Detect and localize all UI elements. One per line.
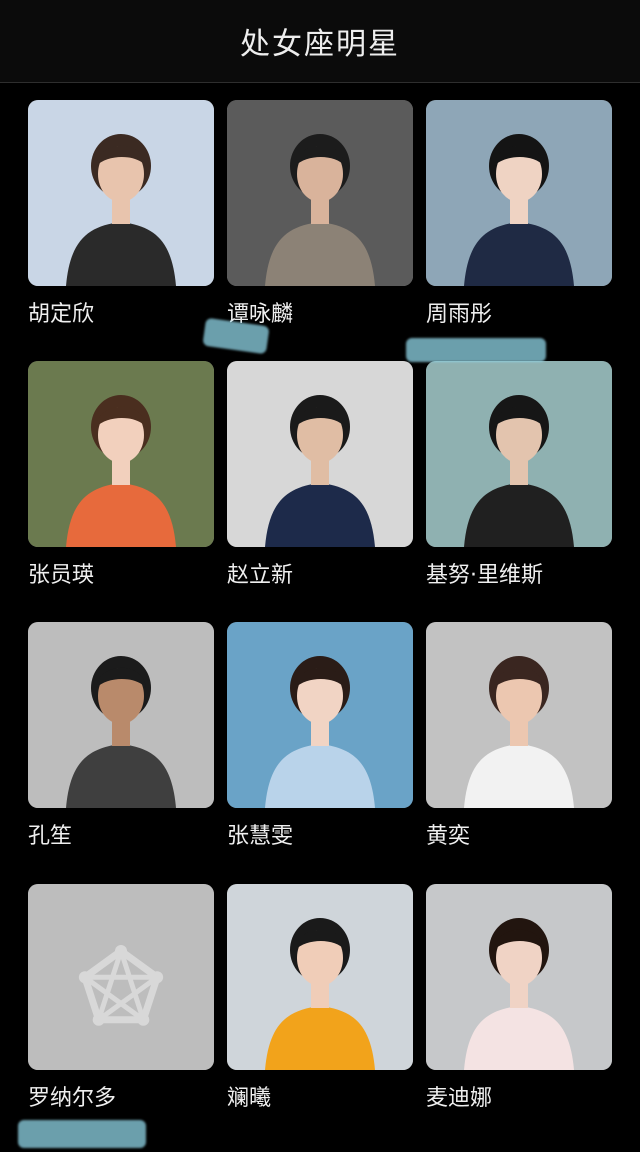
- celebrity-photo[interactable]: [426, 361, 612, 547]
- celebrity-name[interactable]: 胡定欣: [28, 296, 94, 328]
- celebrity-photo[interactable]: [227, 884, 413, 1070]
- highlight-smudge: [18, 1120, 146, 1148]
- celebrity-photo[interactable]: [426, 884, 612, 1070]
- celebrity-name[interactable]: 麦迪娜: [426, 1080, 492, 1112]
- portrait-image: [227, 361, 413, 547]
- celebrity-name[interactable]: 周雨彤: [426, 296, 492, 328]
- celebrity-photo[interactable]: [227, 622, 413, 808]
- portrait-image: [426, 100, 612, 286]
- celebrity-card[interactable]: 基努·里维斯: [426, 361, 612, 601]
- celebrity-photo[interactable]: [28, 100, 214, 286]
- celebrity-card[interactable]: 黄奕: [426, 622, 612, 862]
- portrait-image: [426, 884, 612, 1070]
- celebrity-name[interactable]: 黄奕: [426, 818, 470, 850]
- celebrity-card[interactable]: 麦迪娜: [426, 884, 612, 1124]
- celebrity-photo[interactable]: [227, 361, 413, 547]
- portrait-image: [28, 361, 214, 547]
- celebrity-photo[interactable]: [426, 100, 612, 286]
- placeholder-image: [28, 884, 214, 1070]
- celebrity-name[interactable]: 张员瑛: [28, 557, 94, 589]
- celebrity-card[interactable]: 赵立新: [227, 361, 413, 601]
- portrait-image: [227, 884, 413, 1070]
- celebrity-name[interactable]: 赵立新: [227, 557, 293, 589]
- celebrity-card[interactable]: 张慧雯: [227, 622, 413, 862]
- celebrity-name[interactable]: 斓曦: [227, 1080, 271, 1112]
- portrait-image: [426, 622, 612, 808]
- celebrity-name[interactable]: 张慧雯: [227, 818, 293, 850]
- portrait-image: [28, 100, 214, 286]
- highlight-smudge: [406, 338, 546, 362]
- celebrity-card[interactable]: 罗纳尔多: [28, 884, 214, 1124]
- celebrity-photo[interactable]: [28, 361, 214, 547]
- celebrity-card[interactable]: 孔笙: [28, 622, 214, 862]
- celebrity-card[interactable]: 周雨彤: [426, 100, 612, 340]
- celebrity-photo[interactable]: [28, 884, 214, 1070]
- portrait-image: [426, 361, 612, 547]
- celebrity-name[interactable]: 孔笙: [28, 818, 72, 850]
- portrait-image: [227, 100, 413, 286]
- celebrity-card[interactable]: 谭咏麟: [227, 100, 413, 340]
- portrait-image: [28, 622, 214, 808]
- portrait-image: [227, 622, 413, 808]
- celebrity-photo[interactable]: [426, 622, 612, 808]
- celebrity-photo[interactable]: [227, 100, 413, 286]
- celebrity-name[interactable]: 罗纳尔多: [28, 1080, 116, 1112]
- celebrity-card[interactable]: 胡定欣: [28, 100, 214, 340]
- celebrity-grid: 胡定欣 谭咏麟 周雨彤张员瑛 赵立新 基努·里维斯孔笙 张慧雯 黄奕罗纳尔多 斓曦 麦迪娜: [0, 0, 640, 1152]
- celebrity-photo[interactable]: [28, 622, 214, 808]
- celebrity-card[interactable]: 张员瑛: [28, 361, 214, 601]
- celebrity-card[interactable]: 斓曦: [227, 884, 413, 1124]
- celebrity-name[interactable]: 基努·里维斯: [426, 557, 543, 589]
